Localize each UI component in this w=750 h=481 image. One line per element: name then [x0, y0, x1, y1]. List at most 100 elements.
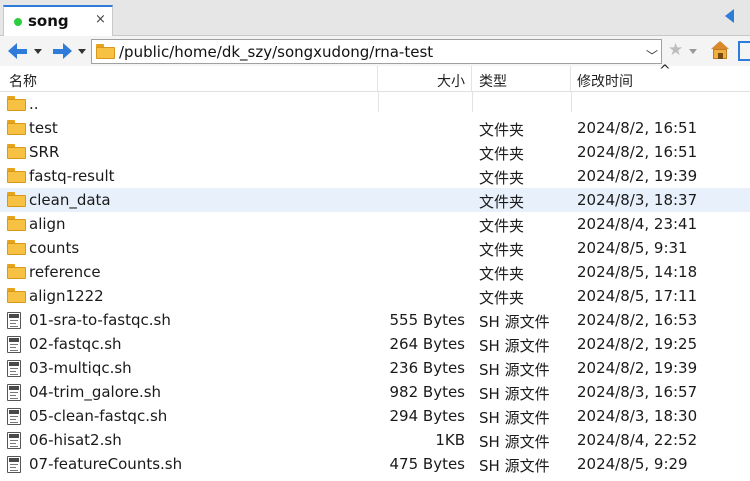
file-type: 文件夹	[479, 265, 525, 283]
script-line	[10, 422, 18, 423]
file-row[interactable]: 02-fastqc.sh 264 Bytes SH 源文件 2024/8/2, 19:…	[0, 332, 750, 356]
file-row[interactable]: 06-hisat2.sh 1KB SH 源文件 2024/8/4, 22:52	[0, 428, 750, 452]
script-line	[10, 440, 18, 441]
file-name: 06-hisat2.sh	[29, 431, 122, 449]
file-type: SH 源文件	[479, 361, 550, 379]
file-type: 文件夹	[479, 241, 525, 259]
folder-icon	[7, 240, 26, 255]
file-name: 07-featureCounts.sh	[29, 455, 183, 473]
forward-history-dropdown-icon[interactable]	[78, 49, 86, 54]
address-dropdown-icon[interactable]: ﹀	[646, 47, 658, 64]
script-line	[10, 392, 18, 393]
address-path[interactable]: /public/home/dk_szy/songxudong/rna-test	[119, 43, 433, 61]
address-bar[interactable]: /public/home/dk_szy/songxudong/rna-test …	[91, 39, 662, 64]
script-line	[10, 464, 18, 465]
file-type: SH 源文件	[479, 433, 550, 451]
file-row[interactable]: SRR 文件夹 2024/8/2, 16:51	[0, 140, 750, 164]
script-line	[10, 398, 18, 399]
file-list: .. test 文件夹 2024/8/2, 16:51 SRR 文件夹 2024/8/2, …	[0, 92, 750, 481]
file-name: align1222	[29, 287, 104, 305]
bookmark-dropdown-icon[interactable]	[689, 49, 697, 54]
folder-icon	[7, 120, 26, 135]
file-row[interactable]: align 文件夹 2024/8/4, 23:41	[0, 212, 750, 236]
file-type: 文件夹	[479, 145, 525, 163]
column-header: 名称 大小 类型 修改时间 ^	[0, 63, 750, 92]
script-line	[10, 416, 18, 417]
folder-icon	[7, 192, 26, 207]
parent-directory-row[interactable]: ..	[0, 92, 750, 116]
file-modified-time: 2024/8/5, 14:18	[577, 263, 698, 281]
file-row[interactable]: reference 文件夹 2024/8/5, 14:18	[0, 260, 750, 284]
script-file-icon	[7, 432, 21, 449]
script-line	[10, 470, 18, 471]
navigation-toolbar: /public/home/dk_szy/songxudong/rna-test …	[0, 36, 750, 66]
back-arrow-shaft	[16, 49, 27, 54]
file-type: SH 源文件	[479, 457, 550, 475]
file-size: 555 Bytes	[389, 311, 466, 329]
script-bar	[9, 314, 19, 318]
column-name-header[interactable]: 名称	[0, 66, 378, 92]
tab-song[interactable]: song ×	[3, 5, 113, 37]
bookmark-star-icon[interactable]: ★	[668, 41, 683, 59]
script-file-icon	[7, 408, 21, 425]
script-line	[10, 326, 18, 327]
back-history-dropdown-icon[interactable]	[34, 49, 42, 54]
column-size-header[interactable]: 大小	[378, 66, 472, 92]
file-size: 236 Bytes	[389, 359, 466, 377]
script-line	[10, 350, 18, 351]
file-name: clean_data	[29, 191, 111, 209]
file-name: 01-sra-to-fastqc.sh	[29, 311, 171, 329]
script-line	[10, 443, 16, 444]
script-line	[10, 344, 18, 345]
tab-close-icon[interactable]: ×	[95, 12, 106, 27]
column-name-label: 名称	[9, 74, 37, 90]
folder-body	[7, 267, 26, 279]
file-row[interactable]: 03-multiqc.sh 236 Bytes SH 源文件 2024/8/2, 19…	[0, 356, 750, 380]
side-panel-toggle-icon[interactable]	[738, 41, 750, 61]
file-modified-time: 2024/8/5, 9:29	[577, 455, 688, 473]
script-bar	[9, 434, 19, 438]
column-modified-label: 修改时间	[577, 74, 633, 90]
file-name: SRR	[29, 143, 60, 161]
file-modified-time: 2024/8/3, 18:37	[577, 191, 698, 209]
forward-button[interactable]	[52, 41, 72, 61]
folder-body	[7, 147, 26, 159]
file-row[interactable]: fastq-result 文件夹 2024/8/2, 19:39	[0, 164, 750, 188]
file-row[interactable]: clean_data 文件夹 2024/8/3, 18:37	[0, 188, 750, 212]
tab-scroll-left-icon[interactable]	[725, 9, 734, 23]
tab-label: song	[28, 12, 69, 30]
file-row[interactable]: 04-trim_galore.sh 982 Bytes SH 源文件 2024/8/3…	[0, 380, 750, 404]
column-type-header[interactable]: 类型	[472, 66, 571, 92]
file-row[interactable]: test 文件夹 2024/8/2, 16:51	[0, 116, 750, 140]
file-name: test	[29, 119, 58, 137]
file-type: SH 源文件	[479, 337, 550, 355]
script-bar	[9, 458, 19, 462]
file-modified-time: 2024/8/5, 9:31	[577, 239, 688, 257]
home-icon	[711, 41, 729, 49]
back-button[interactable]	[8, 41, 28, 61]
script-bar	[9, 410, 19, 414]
file-type: 文件夹	[479, 169, 525, 187]
file-row[interactable]: 01-sra-to-fastqc.sh 555 Bytes SH 源文件 2024/8…	[0, 308, 750, 332]
script-file-icon	[7, 312, 21, 329]
script-bar	[9, 338, 19, 342]
file-row[interactable]: 05-clean-fastqc.sh 294 Bytes SH 源文件 2024/8/…	[0, 404, 750, 428]
file-row[interactable]: align1222 文件夹 2024/8/5, 17:11	[0, 284, 750, 308]
file-modified-time: 2024/8/4, 22:52	[577, 431, 698, 449]
file-modified-time: 2024/8/5, 17:11	[577, 287, 698, 305]
file-modified-time: 2024/8/2, 16:51	[577, 119, 698, 137]
forward-arrow-icon	[63, 43, 72, 59]
folder-icon	[7, 288, 26, 303]
script-line	[10, 467, 16, 468]
folder-icon	[7, 216, 26, 231]
file-row[interactable]: counts 文件夹 2024/8/5, 9:31	[0, 236, 750, 260]
folder-body	[7, 99, 26, 111]
script-line	[10, 374, 18, 375]
file-modified-time: 2024/8/2, 16:53	[577, 311, 698, 329]
home-button[interactable]	[710, 41, 730, 61]
folder-body	[7, 123, 26, 135]
file-row[interactable]: 07-featureCounts.sh 475 Bytes SH 源文件 2024/8…	[0, 452, 750, 476]
file-name: fastq-result	[29, 167, 115, 185]
script-file-icon	[7, 336, 21, 353]
column-modified-header[interactable]: 修改时间 ^	[571, 63, 750, 92]
